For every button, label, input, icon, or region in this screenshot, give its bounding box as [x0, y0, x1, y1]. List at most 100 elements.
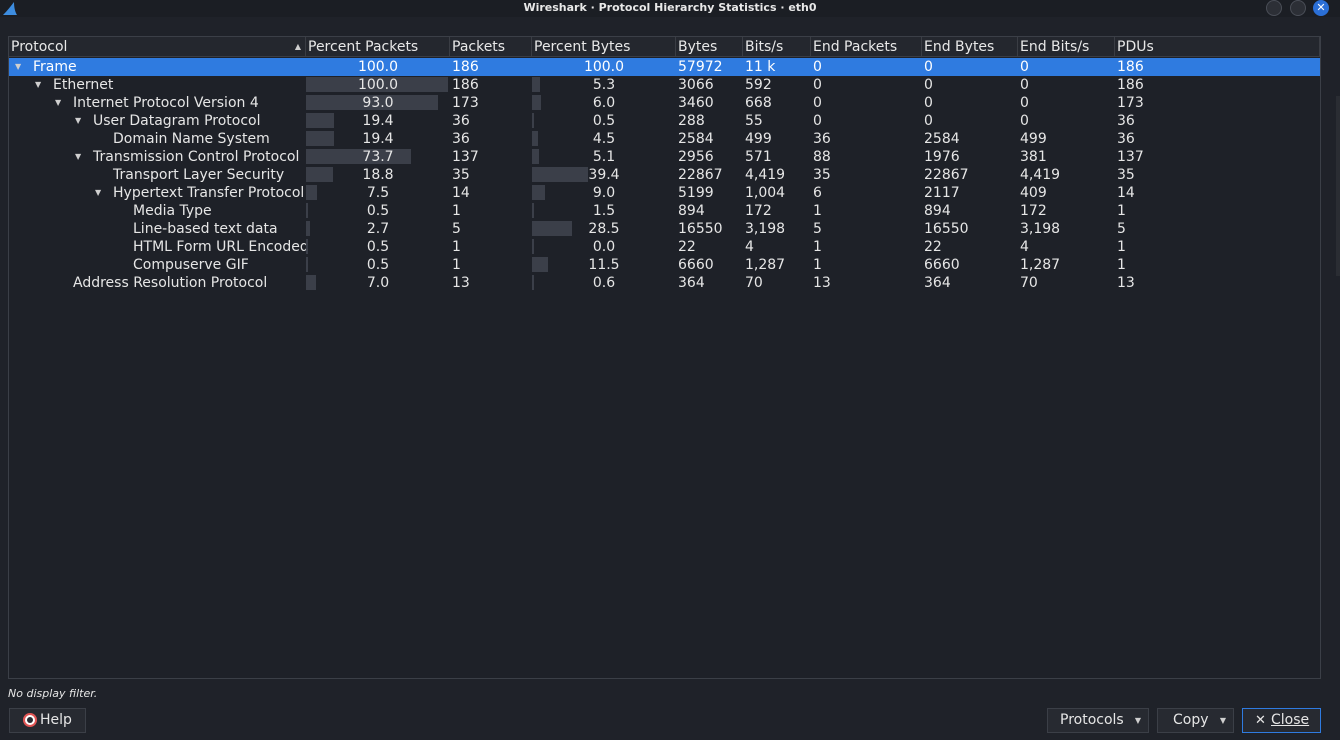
column-header-pdus[interactable]: PDUs [1115, 37, 1320, 57]
packets-cell: 1 [452, 239, 461, 255]
protocols-button[interactable]: Protocols ▼ [1047, 708, 1149, 733]
percent-packets-cell: 100.0 [357, 77, 399, 93]
tree-expand-arrow-icon[interactable]: ▼ [15, 58, 21, 76]
packets-cell: 14 [452, 185, 470, 201]
end-bytes-cell: 2117 [924, 185, 960, 201]
table-row[interactable]: Line-based text data 2.7 5 28.5 16550 3,198 5 1… [9, 220, 1320, 238]
protocol-name: Frame [33, 59, 77, 75]
percent-bytes-cell: 5.3 [592, 77, 616, 93]
bits-per-second-cell: 55 [745, 113, 763, 129]
column-header-protocol[interactable]: Protocol ▲ [9, 37, 306, 57]
table-row[interactable]: ▼ Frame 100.0 186 100.0 57972 11 k 0 0 0 186 [9, 58, 1320, 76]
percent-packets-cell: 7.0 [366, 275, 390, 291]
bits-per-second-cell: 499 [745, 131, 772, 147]
table-row[interactable]: ▼ Transmission Control Protocol 73.7 137 5.1… [9, 148, 1320, 166]
protocol-name: Ethernet [53, 77, 114, 93]
bytes-cell: 2584 [678, 131, 714, 147]
end-bits-per-second-cell: 0 [1020, 59, 1029, 75]
end-packets-cell: 13 [813, 275, 831, 291]
maximize-button[interactable] [1290, 0, 1306, 16]
protocol-hierarchy-table[interactable]: Protocol ▲ Percent Packets Packets Percent B… [8, 36, 1321, 679]
window-close-button[interactable]: ✕ [1313, 0, 1329, 16]
table-row[interactable]: Address Resolution Protocol 7.0 13 0.6 364 70… [9, 274, 1320, 292]
bytes-cell: 22867 [678, 167, 723, 183]
column-header-percent-bytes[interactable]: Percent Bytes [532, 37, 676, 57]
end-bits-per-second-cell: 4 [1020, 239, 1029, 255]
protocol-name: Line-based text data [133, 221, 278, 237]
bytes-cell: 288 [678, 113, 705, 129]
table-row[interactable]: Domain Name System 19.4 36 4.5 2584 499 36 2584… [9, 130, 1320, 148]
bytes-cell: 6660 [678, 257, 714, 273]
protocol-name: Transmission Control Protocol [93, 149, 300, 165]
packets-cell: 186 [452, 77, 479, 93]
percent-bytes-cell: 0.5 [592, 113, 616, 129]
close-x-icon: ✕ [1255, 713, 1266, 728]
help-button[interactable]: Help [9, 708, 86, 733]
end-bits-per-second-cell: 172 [1020, 203, 1047, 219]
copy-button[interactable]: Copy ▼ [1157, 708, 1234, 733]
column-header-bits-per-second[interactable]: Bits/s [743, 37, 811, 57]
column-header-end-packets[interactable]: End Packets [811, 37, 922, 57]
end-bits-per-second-cell: 70 [1020, 275, 1038, 291]
table-row[interactable]: Media Type 0.5 1 1.5 894 172 1 894 172 1 [9, 202, 1320, 220]
percent-packets-cell: 0.5 [366, 239, 390, 255]
column-header-label: PDUs [1117, 39, 1154, 55]
table-row[interactable]: Compuserve GIF 0.5 1 11.5 6660 1,287 1 6660 1,28… [9, 256, 1320, 274]
pdus-cell: 1 [1117, 257, 1126, 273]
bits-per-second-cell: 1,004 [745, 185, 786, 201]
protocol-name: Hypertext Transfer Protocol [113, 185, 305, 201]
protocol-name: Transport Layer Security [113, 167, 285, 183]
column-header-percent-packets[interactable]: Percent Packets [306, 37, 450, 57]
end-bits-per-second-cell: 3,198 [1020, 221, 1061, 237]
tree-expand-arrow-icon[interactable]: ▼ [75, 148, 81, 166]
end-bytes-cell: 364 [924, 275, 951, 291]
tree-expand-arrow-icon[interactable]: ▼ [75, 112, 81, 130]
pdus-cell: 36 [1117, 113, 1135, 129]
column-header-packets[interactable]: Packets [450, 37, 532, 57]
table-row[interactable]: Transport Layer Security 18.8 35 39.4 22867 4… [9, 166, 1320, 184]
protocol-name: HTML Form URL Encoded [133, 239, 309, 255]
end-bytes-cell: 22867 [924, 167, 969, 183]
table-row[interactable]: HTML Form URL Encoded 0.5 1 0.0 22 4 1 22 4 1 [9, 238, 1320, 256]
end-bytes-cell: 894 [924, 203, 951, 219]
column-header-end-bytes[interactable]: End Bytes [922, 37, 1018, 57]
percent-packets-cell: 0.5 [366, 203, 390, 219]
table-row[interactable]: ▼ User Datagram Protocol 19.4 36 0.5 288 55 0 0 0… [9, 112, 1320, 130]
chevron-down-icon: ▼ [1219, 716, 1226, 725]
end-packets-cell: 0 [813, 59, 822, 75]
title-bar: Wireshark · Protocol Hierarchy Statistic… [0, 0, 1340, 17]
end-packets-cell: 36 [813, 131, 831, 147]
percent-packets-cell: 100.0 [357, 59, 399, 75]
bytes-cell: 22 [678, 239, 696, 255]
percent-bytes-cell: 5.1 [592, 149, 616, 165]
percent-packets-cell: 0.5 [366, 257, 390, 273]
tree-expand-arrow-icon[interactable]: ▼ [95, 184, 101, 202]
end-packets-cell: 1 [813, 203, 822, 219]
pdus-cell: 13 [1117, 275, 1135, 291]
pdus-cell: 1 [1117, 239, 1126, 255]
percent-bytes-cell: 28.5 [588, 221, 620, 237]
column-header-bytes[interactable]: Bytes [676, 37, 743, 57]
bits-per-second-cell: 11 k [745, 59, 776, 75]
tree-expand-arrow-icon[interactable]: ▼ [35, 76, 41, 94]
end-bits-per-second-cell: 4,419 [1020, 167, 1061, 183]
end-bits-per-second-cell: 499 [1020, 131, 1047, 147]
protocol-name: Media Type [133, 203, 212, 219]
packets-cell: 13 [452, 275, 470, 291]
end-bytes-cell: 0 [924, 59, 933, 75]
column-header-end-bits-per-second[interactable]: End Bits/s [1018, 37, 1115, 57]
column-header-label: Percent Packets [308, 39, 419, 55]
table-row[interactable]: ▼ Internet Protocol Version 4 93.0 173 6.0 34… [9, 94, 1320, 112]
tree-expand-arrow-icon[interactable]: ▼ [55, 94, 61, 112]
end-bits-per-second-cell: 1,287 [1020, 257, 1061, 273]
close-button[interactable]: ✕ Close [1242, 708, 1321, 733]
sort-ascending-icon: ▲ [294, 42, 301, 51]
minimize-button[interactable] [1266, 0, 1282, 16]
percent-packets-cell: 7.5 [366, 185, 390, 201]
close-x-icon: ✕ [1316, 1, 1326, 14]
protocol-name: Internet Protocol Version 4 [73, 95, 259, 111]
end-packets-cell: 1 [813, 239, 822, 255]
table-row[interactable]: ▼ Hypertext Transfer Protocol 7.5 14 9.0 5199… [9, 184, 1320, 202]
protocol-name: Address Resolution Protocol [73, 275, 268, 291]
table-row[interactable]: ▼ Ethernet 100.0 186 5.3 3066 592 0 0 0 186 [9, 76, 1320, 94]
